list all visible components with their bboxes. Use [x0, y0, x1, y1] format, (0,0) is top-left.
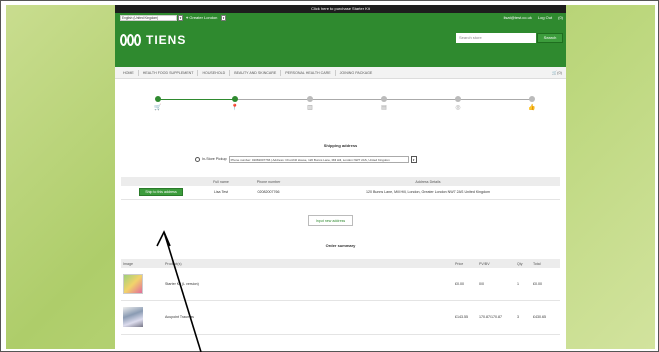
step-dot — [455, 96, 461, 102]
price-cell: £0.00 — [453, 268, 477, 301]
input-new-address-button[interactable]: Input new address — [308, 215, 353, 226]
address-cell: 120 Bunns Lane, Mill Hill, London, Great… — [296, 186, 560, 200]
pickup-radio[interactable] — [195, 156, 200, 162]
account-links: lisat@test.co.uk Log Out (0) — [504, 14, 563, 22]
col-address: Address Details — [296, 177, 560, 186]
search-button[interactable]: Search — [537, 33, 563, 43]
step-payment: ▤ — [371, 91, 397, 112]
region-text: Greater London — [189, 15, 218, 20]
col-action — [121, 177, 201, 186]
step-address: 📍 — [222, 91, 248, 112]
step-dot — [381, 96, 387, 102]
col-full-name: Full name — [201, 177, 241, 186]
qty-cell: 3 — [515, 300, 531, 335]
shipping-address-title: Shipping address — [323, 143, 358, 148]
action-cell: Ship to this address — [121, 186, 201, 200]
table-row: Ship to this address Lisa Test 020820077… — [121, 186, 560, 200]
pvbv-cell: 170.87/170.87 — [477, 300, 515, 335]
cart-icon: 🛒 — [154, 105, 162, 111]
main-nav: HOME HEALTH FOOD SUPPLEMENT HOUSEHOLD BE… — [115, 67, 566, 79]
nav-cart[interactable]: 🛒(0) — [552, 70, 562, 75]
pickup-label: In-Store Pickup — [202, 157, 227, 161]
step-confirm: ◎ — [445, 91, 471, 112]
order-table-header: Image Product(s) Price PV/BV Qty Total — [121, 259, 560, 268]
address-table: Full name Phone number Address Details S… — [121, 177, 560, 200]
col-phone: Phone number — [241, 177, 296, 186]
step-dot — [529, 96, 535, 102]
price-cell: £143.55 — [453, 300, 477, 335]
product-name[interactable]: Acupoint Traumas — [163, 300, 453, 335]
image-cell — [121, 300, 163, 335]
region-label[interactable]: ⌖ Greater London — [186, 14, 217, 22]
step-dot — [232, 96, 238, 102]
product-name[interactable]: Starter Kit (L version) — [163, 268, 453, 301]
in-store-pickup: In-Store Pickup Phone number: 0208200776… — [195, 155, 417, 163]
cart-count-link[interactable]: (0) — [558, 14, 563, 22]
nav-item-health-food[interactable]: HEALTH FOOD SUPPLEMENT — [139, 69, 199, 76]
browser-viewport: Click here to purchase Starter Kit Engli… — [6, 5, 655, 349]
chart-icon: ▥ — [307, 105, 313, 111]
thumbs-up-icon: 👍 — [528, 105, 536, 111]
chevron-down-icon[interactable]: ▾ — [221, 15, 226, 21]
promo-bar[interactable]: Click here to purchase Starter Kit — [115, 5, 566, 13]
order-table: Image Product(s) Price PV/BV Qty Total S… — [121, 259, 560, 335]
language-select[interactable]: English (United Kingdom) — [120, 15, 177, 21]
phone-cell: 02082007766 — [241, 186, 296, 200]
chevron-down-icon[interactable]: ▾ — [410, 155, 417, 163]
pvbv-cell: 0/0 — [477, 268, 515, 301]
col-qty: Qty — [515, 259, 531, 268]
table-row: Acupoint Traumas £143.55 170.87/170.87 3… — [121, 300, 560, 335]
qty-cell: 1 — [515, 268, 531, 301]
logout-link[interactable]: Log Out — [538, 14, 552, 22]
nav-item-home[interactable]: HOME — [119, 69, 139, 76]
col-product: Product(s) — [163, 259, 453, 268]
order-summary-title: Order summary — [325, 243, 356, 248]
logo-mark-icon — [120, 34, 142, 46]
total-cell: £0.00 — [531, 268, 560, 301]
step-shipping-method: ▥ — [297, 91, 323, 112]
image-cell — [121, 268, 163, 301]
checkout-progress: 🛒 📍 ▥ ▤ ◎ 👍 — [145, 91, 565, 121]
site-header: English (United Kingdom) ▾ ⌖ Greater Lon… — [115, 13, 566, 75]
pickup-location-select[interactable]: Phone number: 02082007766 | Address: Chu… — [228, 155, 409, 163]
screenshot-frame: Click here to purchase Starter Kit Engli… — [0, 0, 659, 352]
nav-item-joining-package[interactable]: JOINING PACKAGE — [336, 70, 377, 76]
location-pin-icon: 📍 — [231, 105, 239, 111]
target-icon: ◎ — [455, 105, 461, 111]
nav-item-household[interactable]: HOUSEHOLD — [198, 69, 231, 76]
card-icon: ▤ — [381, 105, 387, 111]
step-cart: 🛒 — [145, 91, 171, 112]
step-complete: 👍 — [519, 91, 545, 112]
product-image[interactable] — [123, 273, 143, 294]
nav-item-personal-health[interactable]: PERSONAL HEALTH CARE — [281, 69, 336, 76]
ship-to-this-address-button[interactable]: Ship to this address — [139, 188, 183, 197]
checkout-page: Click here to purchase Starter Kit Engli… — [115, 5, 566, 349]
col-total: Total — [531, 259, 560, 268]
step-dot — [155, 96, 161, 102]
step-dot — [307, 96, 313, 102]
chevron-down-icon[interactable]: ▾ — [178, 15, 183, 21]
col-price: Price — [453, 259, 477, 268]
account-email-link[interactable]: lisat@test.co.uk — [504, 14, 532, 22]
site-logo[interactable]: TIENS — [120, 33, 186, 47]
nav-item-beauty[interactable]: BEAUTY AND SKINCARE — [230, 69, 282, 76]
product-image[interactable] — [123, 307, 143, 327]
nav-cart-count: (0) — [557, 70, 562, 75]
col-image: Image — [121, 259, 163, 268]
col-pvbv: PV/BV — [477, 259, 515, 268]
table-row: Starter Kit (L version) £0.00 0/0 1 £0.0… — [121, 268, 560, 301]
logo-text: TIENS — [146, 33, 187, 47]
address-table-header: Full name Phone number Address Details — [121, 177, 560, 186]
full-name-cell: Lisa Test — [201, 186, 241, 200]
total-cell: £430.65 — [531, 300, 560, 335]
search-input[interactable]: Search store — [456, 33, 536, 43]
